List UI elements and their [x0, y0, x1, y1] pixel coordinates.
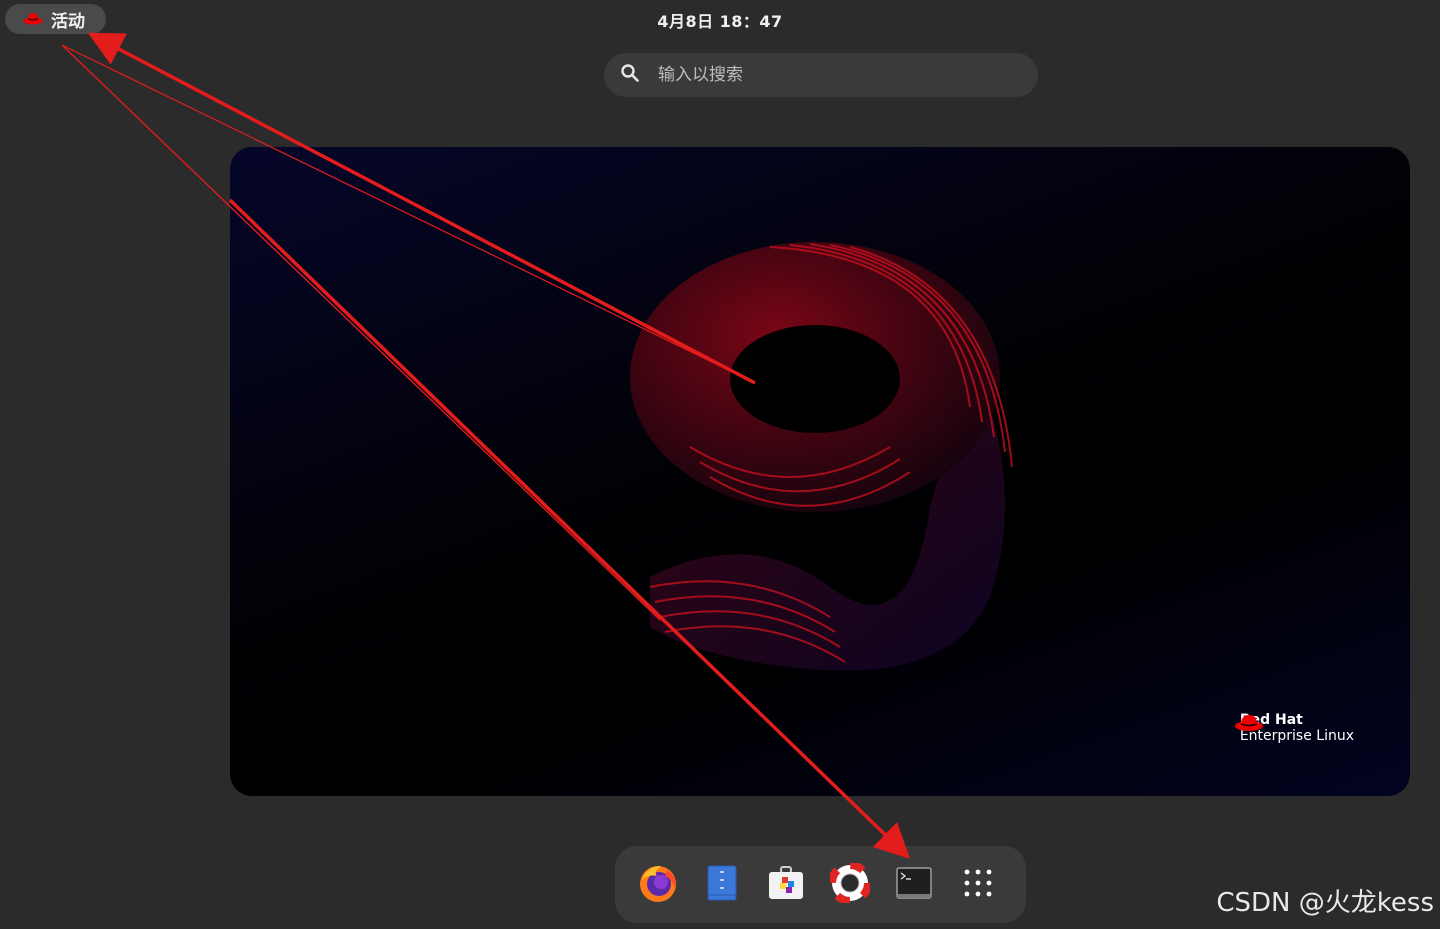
wallpaper-nine-graphic — [630, 242, 1013, 671]
files-icon — [706, 865, 738, 905]
dash-item-help[interactable] — [828, 860, 872, 907]
desktop-overview: 活动 4月8日 18：47 输入以搜索 Red Hat Enterprise L… — [0, 0, 1440, 929]
dash — [615, 846, 1026, 923]
dash-item-software[interactable] — [764, 863, 808, 907]
watermark: CSDN @火龙kess — [1216, 888, 1434, 918]
app-grid-icon — [963, 868, 993, 902]
terminal-icon — [896, 866, 932, 903]
dash-item-firefox[interactable] — [636, 863, 680, 907]
firefox-icon — [637, 862, 679, 908]
activities-button[interactable]: 活动 — [5, 4, 106, 34]
workspace-thumbnail[interactable]: Red Hat Enterprise Linux — [230, 147, 1410, 796]
clock[interactable]: 4月8日 18：47 — [657, 8, 782, 32]
search-icon — [620, 63, 640, 87]
software-icon — [767, 864, 805, 906]
help-icon — [828, 860, 872, 907]
dash-item-show-apps[interactable] — [956, 863, 1000, 907]
redhat-logo-icon — [23, 10, 43, 29]
search-bar[interactable] — [604, 53, 1038, 97]
dash-item-files[interactable] — [700, 863, 744, 907]
redhat-branding: Red Hat Enterprise Linux — [1234, 712, 1354, 744]
dash-item-terminal[interactable] — [892, 863, 936, 907]
activities-label: 活动 — [51, 11, 85, 32]
search-input[interactable] — [656, 64, 1000, 86]
